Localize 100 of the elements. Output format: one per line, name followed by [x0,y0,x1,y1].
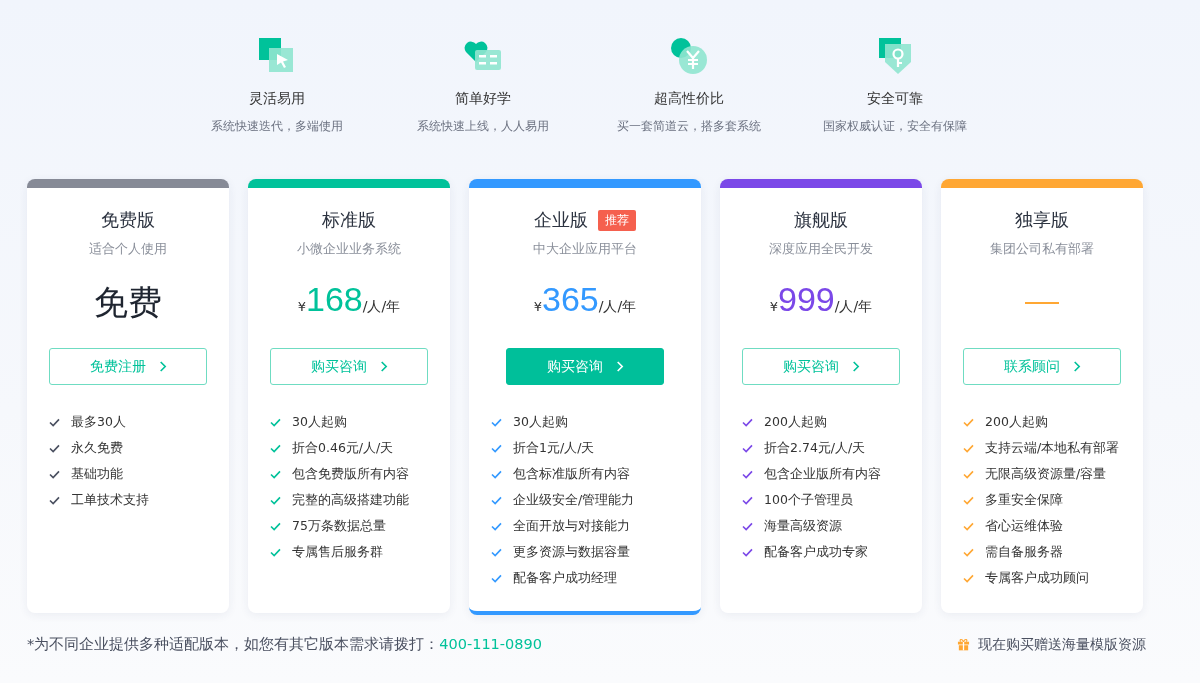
plan-feature: 无限高级资源量/容量 [985,465,1107,483]
check-icon [742,469,753,479]
plan-name: 旗舰版 [794,208,848,232]
check-icon [270,495,281,505]
chevron-icon [614,360,624,373]
plan-feature: 30人起购 [292,413,347,431]
plan-feature: 包含企业版所有内容 [764,465,881,483]
check-icon [491,495,502,505]
check-icon [963,573,974,583]
plan-subtitle: 小微企业业务系统 [297,241,401,258]
recommended-badge: 推荐 [598,209,636,231]
plan-feature: 完整的高级搭建功能 [292,491,409,509]
check-icon [491,417,502,427]
price-amount: 999 [778,280,835,319]
plan-feature: 30人起购 [513,413,568,431]
plan-feature: 75万条数据总量 [292,517,386,535]
plan-feature: 全面开放与对接能力 [513,517,630,535]
price-text: 免费 [94,281,162,324]
check-icon [270,521,281,531]
check-icon [742,495,753,505]
check-icon [963,495,974,505]
plan-name: 标准版 [322,208,376,232]
check-icon [49,469,60,479]
plan-subtitle: 中大企业应用平台 [533,241,637,258]
feature-title: 简单好学 [455,90,511,108]
feature-title: 超高性价比 [654,90,724,108]
chevron-icon [157,360,167,373]
check-icon [491,521,502,531]
plan-feature: 折合0.46元/人/天 [292,439,394,457]
yen-coin-icon [669,36,709,76]
check-icon [270,547,281,557]
price-unit: /人/年 [598,298,637,316]
plan-feature: 包含免费版所有内容 [292,465,409,483]
plan-feature: 更多资源与数据容量 [513,543,630,561]
plan-subtitle: 适合个人使用 [89,241,167,258]
plan-feature: 配备客户成功经理 [513,569,617,587]
feature-description: 国家权威认证，安全有保障 [823,118,967,135]
feature-description: 系统快速迭代，多端使用 [211,118,343,135]
plan-name: 独享版 [1015,208,1069,232]
check-icon [963,443,974,453]
plan-feature: 包含标准版所有内容 [513,465,630,483]
plan-feature: 200人起购 [985,413,1048,431]
chevron-icon [1071,360,1081,373]
check-icon [270,469,281,479]
check-icon [963,417,974,427]
plan-button[interactable]: 免费注册 [49,348,207,385]
price-unit: /人/年 [834,298,873,316]
plan-feature: 专属客户成功顾问 [985,569,1089,587]
plan-feature: 海量高级资源 [764,517,842,535]
plan-subtitle: 集团公司私有部署 [990,241,1094,258]
plan-feature: 100个子管理员 [764,491,853,509]
currency-sign: ¥ [533,299,543,314]
plan-button[interactable]: 购买咨询 [270,348,428,385]
plan-feature: 专属售后服务群 [292,543,383,561]
check-icon [49,443,60,453]
check-icon [491,443,502,453]
currency-sign: ¥ [769,299,779,314]
currency-sign: ¥ [297,299,307,314]
plan-feature: 省心运维体验 [985,517,1063,535]
check-icon [742,547,753,557]
feature-description: 系统快速上线，人人易用 [417,118,549,135]
price-dash [1025,302,1059,304]
chevron-icon [378,360,388,373]
plan-feature: 多重安全保障 [985,491,1063,509]
feature-title: 灵活易用 [249,90,305,108]
check-icon [491,573,502,583]
check-icon [963,469,974,479]
phone-link[interactable]: 400-111-0890 [439,636,542,652]
price-amount: 365 [542,280,599,319]
check-icon [742,417,753,427]
check-icon [963,547,974,557]
plan-feature: 工单技术支持 [71,491,149,509]
check-icon [270,443,281,453]
check-icon [49,495,60,505]
plan-subtitle: 深度应用全民开发 [769,241,873,258]
plan-name: 免费版 [101,208,155,232]
feature-title: 安全可靠 [867,90,923,108]
feature-description: 买一套简道云，搭多套系统 [617,118,761,135]
plan-button[interactable]: 联系顾问 [963,348,1121,385]
plan-feature: 永久免费 [71,439,123,457]
chevron-icon [850,360,860,373]
check-icon [491,469,502,479]
plan-feature: 企业级安全/管理能力 [513,491,635,509]
check-icon [963,521,974,531]
check-icon [270,417,281,427]
plan-button[interactable]: 购买咨询 [506,348,664,385]
promo-text: 现在购买赠送海量模版资源 [978,635,1146,654]
plan-feature: 折合1元/人/天 [513,439,595,457]
check-icon [49,417,60,427]
plan-button[interactable]: 购买咨询 [742,348,900,385]
plan-feature: 支持云端/本地私有部署 [985,439,1120,457]
price-unit: /人/年 [362,298,401,316]
footer-note: *为不同企业提供多种适配版本，如您有其它版本需求请拨打：400-111-0890 [27,635,542,654]
price-amount: 168 [306,280,363,319]
plan-feature: 200人起购 [764,413,827,431]
plan-feature: 最多30人 [71,413,126,431]
check-icon [742,521,753,531]
check-icon [742,443,753,453]
gift-icon [957,638,970,651]
plan-name: 企业版 [534,208,588,232]
